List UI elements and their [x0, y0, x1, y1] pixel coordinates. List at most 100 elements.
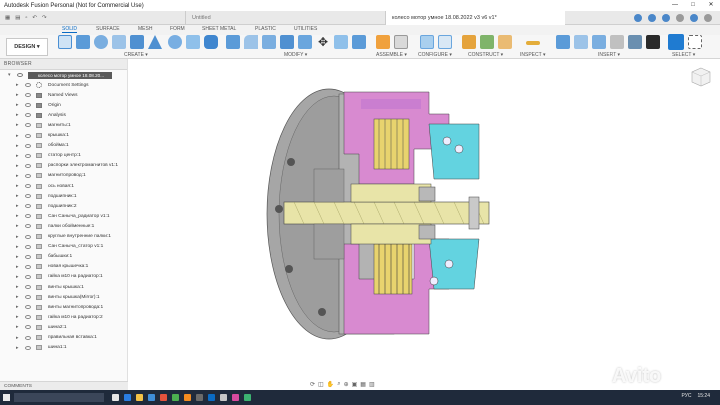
visibility-eye-icon[interactable] [25, 93, 31, 98]
browser-item[interactable]: ▸ шина1:1 [0, 343, 128, 353]
browser-item[interactable]: ▸ винты крышка:1 [0, 282, 128, 292]
browser-item[interactable]: ▸ подшипник:2 [0, 201, 128, 211]
fusion-app-icon[interactable] [184, 394, 191, 401]
visibility-eye-icon[interactable] [25, 83, 31, 87]
table-icon[interactable] [438, 35, 452, 49]
browser-item[interactable]: ▸ магнитопровод:1 [0, 171, 128, 181]
help-icon[interactable] [690, 13, 698, 22]
visibility-eye-icon[interactable] [25, 133, 31, 138]
save-icon[interactable]: ▫ [25, 15, 27, 21]
hole-icon[interactable] [168, 35, 182, 49]
canvas-viewport[interactable] [129, 59, 720, 390]
expand-arrow-icon[interactable]: ▸ [16, 193, 19, 199]
app-icon[interactable] [244, 394, 251, 401]
extensions-icon[interactable] [648, 13, 656, 22]
avatar[interactable] [704, 13, 712, 22]
visibility-eye-icon[interactable] [25, 295, 31, 300]
visibility-eye-icon[interactable] [25, 305, 31, 310]
visibility-eye-icon[interactable] [25, 194, 31, 199]
insert-mesh-icon[interactable] [592, 35, 606, 49]
browser-item[interactable]: ▸ Сан Саныча_статор v1:1 [0, 242, 128, 252]
visibility-eye-icon[interactable] [25, 224, 31, 229]
tab-active-document[interactable]: колесо мотор умное 18.08.2022 v3 v6 v1* [385, 10, 565, 25]
browser-item[interactable]: ▸ палки обойменные:1 [0, 221, 128, 231]
language-indicator[interactable]: РУС [681, 393, 691, 399]
new-component-icon[interactable] [376, 35, 390, 49]
expand-arrow-icon[interactable]: ▸ [16, 284, 19, 290]
design-workspace-button[interactable]: DESIGN ▾ [6, 38, 48, 56]
plane-at-angle-icon[interactable] [480, 35, 494, 49]
browser-item[interactable]: ▸ круглые внутренние палки:1 [0, 232, 128, 242]
expand-arrow-icon[interactable]: ▸ [16, 254, 19, 260]
browser-root-node[interactable]: ▾ колесо мотор умное 18.08.20... [0, 70, 127, 80]
revolve-icon[interactable] [94, 35, 108, 49]
visibility-eye-icon[interactable] [25, 123, 31, 128]
expand-arrow-icon[interactable]: ▸ [16, 153, 19, 159]
browser-item[interactable]: ▸ шина2:1 [0, 322, 128, 332]
close-button[interactable]: ✕ [702, 0, 720, 11]
taskbar-search[interactable] [14, 393, 104, 402]
construct-menu[interactable]: CONSTRUCT ▾ [468, 52, 503, 58]
visibility-eye-icon[interactable] [25, 113, 31, 118]
expand-arrow-icon[interactable]: ▸ [16, 335, 19, 341]
expand-arrow-icon[interactable]: ▸ [16, 314, 19, 320]
configure-icon[interactable] [420, 35, 434, 49]
offset-plane-icon[interactable] [462, 35, 476, 49]
expand-arrow-icon[interactable]: ▸ [16, 203, 19, 209]
browser-item[interactable]: ▸ Named Views [0, 90, 128, 100]
insert-svg-icon[interactable] [628, 35, 642, 49]
browser-item[interactable]: ▸ статор центр:1 [0, 151, 128, 161]
modify-menu[interactable]: MODIFY ▾ [284, 52, 307, 58]
browser-item[interactable]: ▸ правильная вставка:1 [0, 333, 128, 343]
mcmaster-icon[interactable] [646, 35, 660, 49]
browser-item[interactable]: ▸ подшипник:1 [0, 191, 128, 201]
visibility-eye-icon[interactable] [25, 163, 31, 168]
app-icon[interactable] [232, 394, 239, 401]
expand-arrow-icon[interactable]: ▸ [16, 304, 19, 310]
collapse-arrow-icon[interactable]: ▾ [8, 72, 11, 78]
expand-arrow-icon[interactable]: ▸ [16, 213, 19, 219]
expand-arrow-icon[interactable]: ▸ [16, 324, 19, 330]
explorer-icon[interactable] [136, 394, 143, 401]
press-pull-icon[interactable] [226, 35, 240, 49]
tab-form[interactable]: FORM [170, 26, 185, 32]
visibility-eye-icon[interactable] [25, 254, 31, 259]
decal-icon[interactable] [574, 35, 588, 49]
app-icon[interactable] [220, 394, 227, 401]
rib-icon[interactable] [148, 35, 162, 49]
grid-settings-icon[interactable]: ▦ [360, 381, 366, 388]
orbit-icon[interactable]: ⟳ [310, 381, 315, 388]
app-icon[interactable] [208, 394, 215, 401]
insert-menu[interactable]: INSERT ▾ [598, 52, 620, 58]
notifications-icon[interactable] [676, 13, 684, 22]
app-icon[interactable] [196, 394, 203, 401]
chrome-icon[interactable] [172, 394, 179, 401]
chamfer-icon[interactable] [262, 35, 276, 49]
expand-arrow-icon[interactable]: ▸ [16, 183, 19, 189]
sweep-icon[interactable] [112, 35, 126, 49]
browser-item[interactable]: ▸ распорки электромагнитов v1:1 [0, 161, 128, 171]
loft-icon[interactable] [130, 35, 144, 49]
configure-menu[interactable]: CONFIGURE ▾ [418, 52, 452, 58]
joint-icon[interactable] [394, 35, 408, 49]
expand-arrow-icon[interactable]: ▸ [16, 264, 19, 270]
expand-arrow-icon[interactable]: ▸ [16, 223, 19, 229]
split-icon[interactable] [334, 35, 348, 49]
insert-derive-icon[interactable] [556, 35, 570, 49]
expand-arrow-icon[interactable]: ▸ [16, 143, 19, 149]
scale-icon[interactable] [352, 35, 366, 49]
tab-sheet-metal[interactable]: SHEET METAL [202, 26, 236, 32]
expand-arrow-icon[interactable]: ▸ [16, 244, 19, 250]
visibility-eye-icon[interactable] [25, 274, 31, 279]
viewports-icon[interactable]: ▥ [369, 381, 375, 388]
opera-icon[interactable] [160, 394, 167, 401]
tab-utilities[interactable]: UTILITIES [294, 26, 317, 32]
visibility-eye-icon[interactable] [25, 244, 31, 249]
zoom-icon[interactable]: ⌕ [337, 381, 340, 388]
visibility-eye-icon[interactable] [25, 153, 31, 158]
browser-item[interactable]: ▸ магниты:1 [0, 120, 128, 130]
move-icon[interactable]: ✥ [316, 35, 330, 49]
display-settings-icon[interactable]: ▣ [352, 381, 358, 388]
fit-icon[interactable]: ⊕ [344, 381, 349, 388]
tab-untitled[interactable]: Untitled [185, 10, 385, 25]
